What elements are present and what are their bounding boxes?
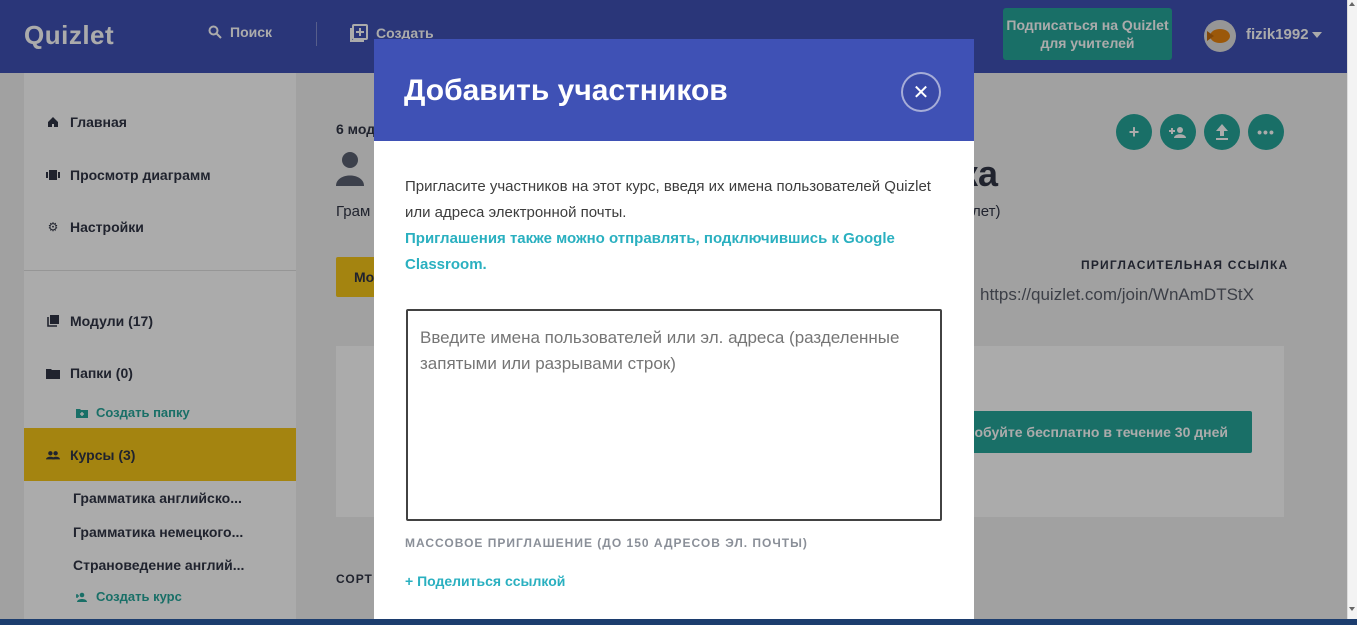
- close-icon: ✕: [912, 81, 930, 104]
- close-button[interactable]: ✕: [901, 72, 941, 112]
- add-members-modal: Добавить участников ✕ Пригласите участни…: [374, 39, 974, 625]
- modal-title: Добавить участников: [404, 74, 728, 107]
- google-classroom-link[interactable]: Приглашения также можно отправлять, подк…: [405, 226, 945, 278]
- page-scrollbar[interactable]: [1347, 0, 1357, 625]
- share-link-button[interactable]: + Поделиться ссылкой: [405, 573, 565, 589]
- os-taskbar: [0, 619, 1357, 625]
- modal-description: Пригласите участников на этот курс, введ…: [405, 178, 931, 221]
- invite-members-textarea[interactable]: [406, 309, 942, 521]
- scroll-up-arrow-icon[interactable]: [1349, 2, 1355, 6]
- modal-header: Добавить участников ✕: [374, 39, 974, 141]
- mass-invite-label[interactable]: МАССОВОЕ ПРИГЛАШЕНИЕ (ДО 150 АДРЕСОВ ЭЛ.…: [405, 536, 808, 550]
- scroll-down-arrow-icon[interactable]: [1349, 607, 1355, 611]
